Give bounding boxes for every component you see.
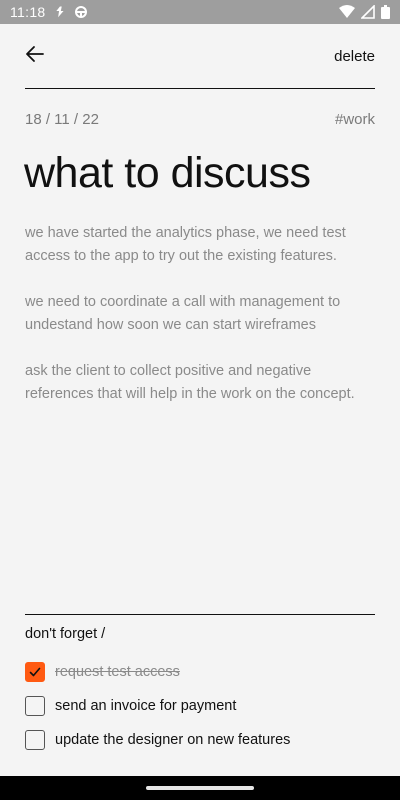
note-paragraph: we have started the analytics phase, we … bbox=[25, 225, 346, 264]
note-tag[interactable]: #work bbox=[335, 111, 375, 128]
checkmark-icon bbox=[29, 667, 41, 677]
note-paragraph: we need to coordinate a call with manage… bbox=[25, 294, 341, 333]
steering-wheel-icon bbox=[74, 5, 88, 19]
delete-button[interactable]: delete bbox=[334, 48, 375, 65]
checklist-item[interactable]: send an invoice for payment bbox=[25, 694, 375, 718]
checklist-item[interactable]: update the designer on new features bbox=[25, 728, 375, 752]
status-bar: 11:18 bbox=[0, 0, 400, 24]
reminder-checklist: request test access send an invoice for … bbox=[25, 660, 375, 762]
checklist-item-label: send an invoice for payment bbox=[55, 698, 237, 714]
reminders-heading: don't forget / bbox=[25, 626, 106, 642]
note-date: 18 / 11 / 22 bbox=[25, 110, 99, 128]
checkbox-unchecked[interactable] bbox=[25, 730, 45, 750]
battery-icon bbox=[381, 5, 390, 19]
reminders-divider bbox=[25, 614, 375, 615]
note-title[interactable]: what to discuss bbox=[24, 146, 384, 200]
checklist-item-label: update the designer on new features bbox=[55, 732, 291, 748]
wifi-icon bbox=[339, 5, 355, 19]
note-meta: 18 / 11 / 22 #work bbox=[25, 108, 375, 130]
checkbox-checked[interactable] bbox=[25, 662, 45, 682]
home-gesture-handle[interactable] bbox=[146, 786, 254, 790]
checklist-item[interactable]: request test access bbox=[25, 660, 375, 684]
data-saver-icon bbox=[54, 5, 66, 19]
status-time: 11:18 bbox=[10, 4, 46, 20]
header-divider bbox=[25, 88, 375, 89]
back-button[interactable] bbox=[25, 42, 53, 70]
note-toolbar: delete bbox=[25, 40, 375, 72]
checkbox-unchecked[interactable] bbox=[25, 696, 45, 716]
checklist-item-label: request test access bbox=[55, 664, 180, 680]
signal-icon bbox=[361, 5, 375, 19]
note-body[interactable]: we have started the analytics phase, we … bbox=[25, 222, 375, 429]
note-paragraph: ask the client to collect positive and n… bbox=[25, 363, 355, 402]
system-navigation-bar bbox=[0, 776, 400, 800]
arrow-left-icon bbox=[25, 44, 45, 69]
